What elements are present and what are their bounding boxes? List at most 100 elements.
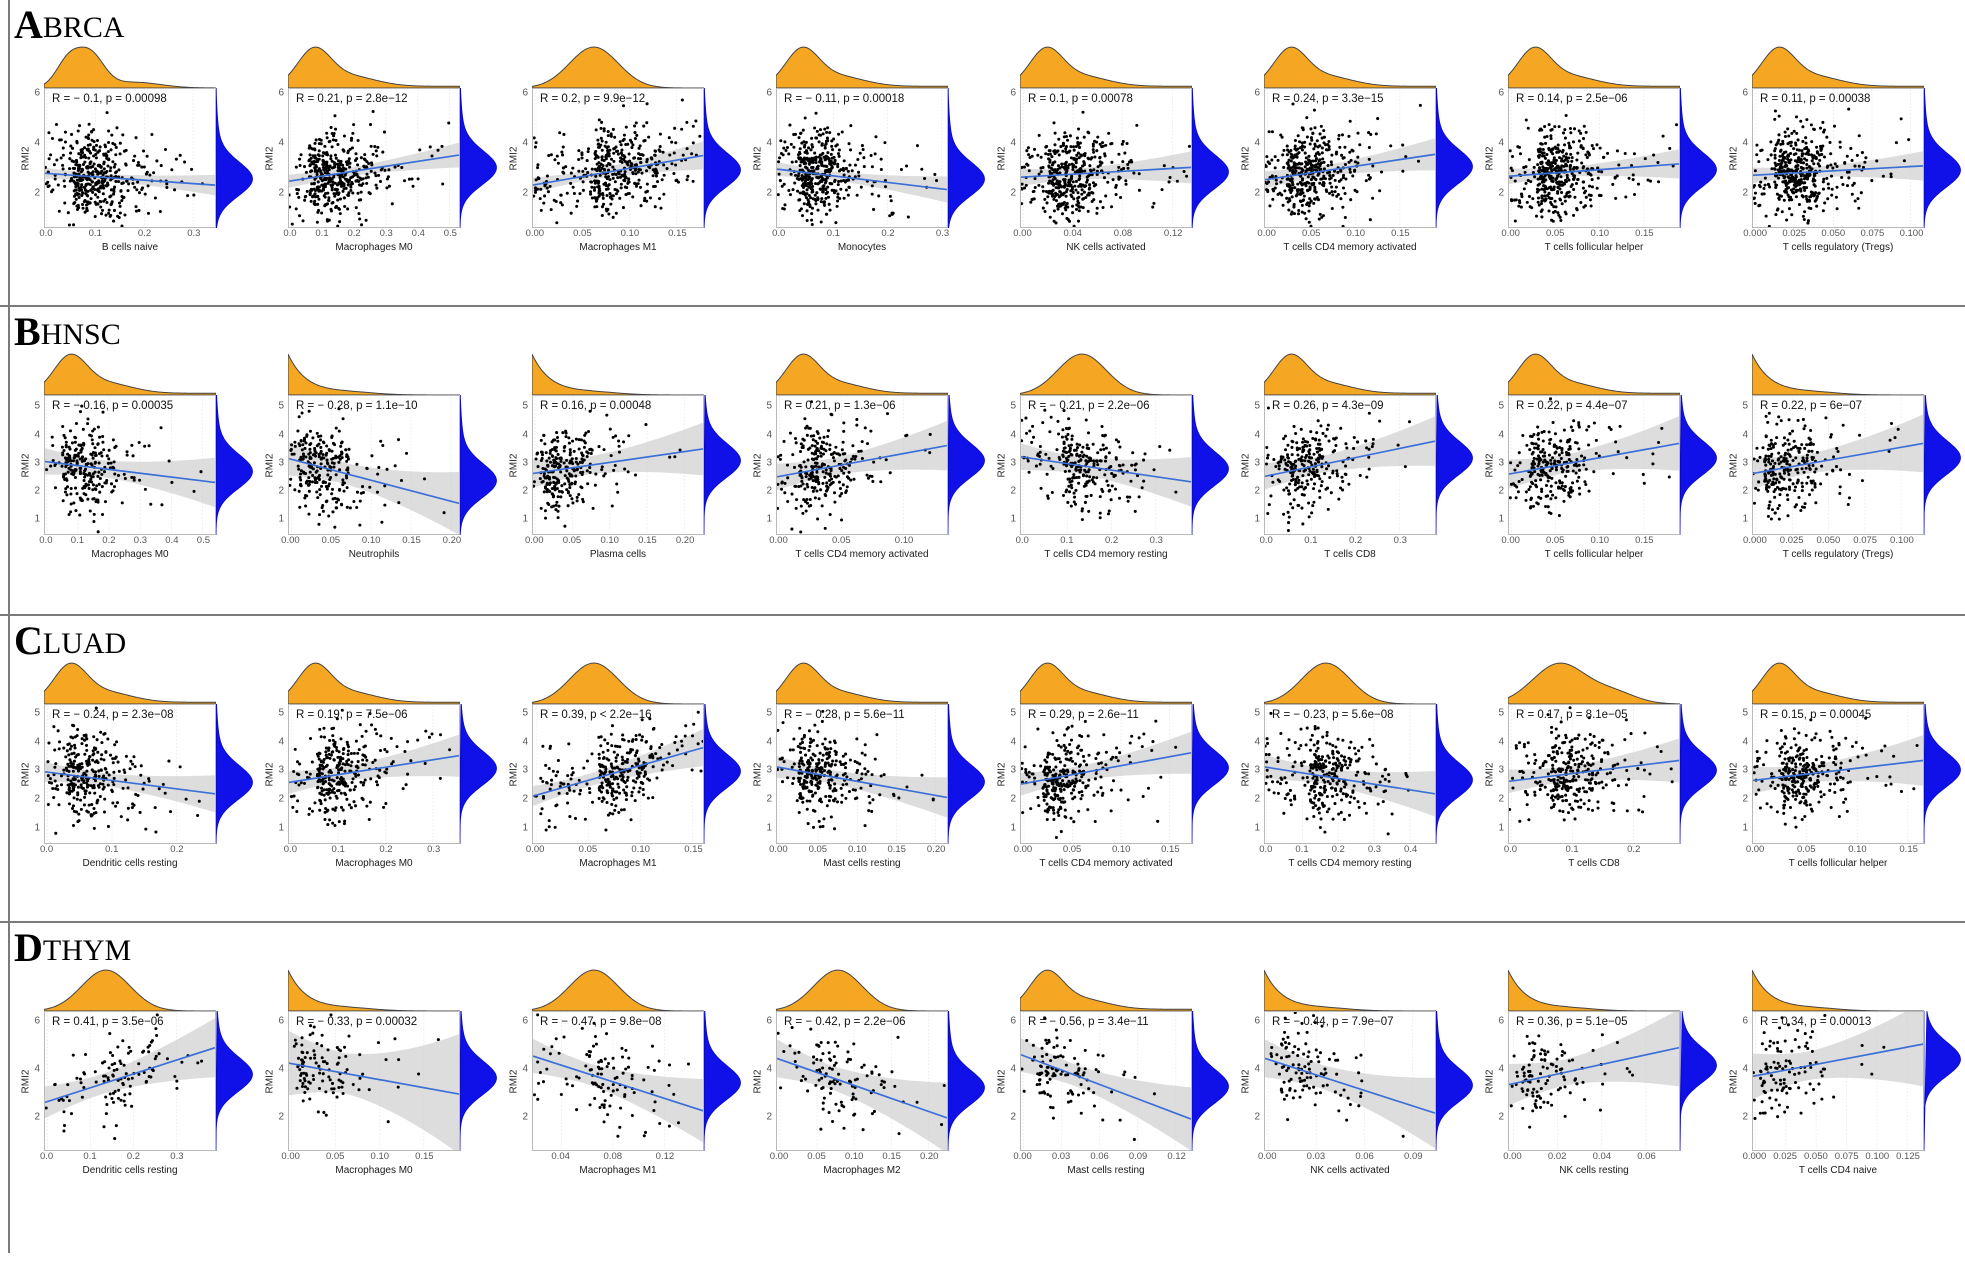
scatter-panel[interactable]: RMI2 1 2 3 4 5 R = 0.22, p = 6e−07 0.000 0.025 0.… — [1718, 351, 1962, 569]
x-axis-ticks: 0.00 0.05 0.10 0.15 — [1746, 844, 1924, 858]
x-tick-label: 0.15 — [1635, 535, 1654, 546]
scatter-plot-area[interactable] — [1020, 704, 1192, 844]
scatter-plot-area[interactable] — [776, 704, 948, 844]
scatter-plot-area[interactable] — [1508, 704, 1680, 844]
scatter-plot-area[interactable] — [1752, 88, 1924, 228]
scatter-panel[interactable]: RMI2 2 4 6 R = 0.41, p = 3.5e−06 0.0 0.1 0.2 0.3… — [10, 967, 254, 1185]
scatter-panel[interactable]: RMI2 2 4 6 R = 0.34, p = 0.00013 0.000 0.025 0.… — [1718, 967, 1962, 1185]
scatter-plot-area[interactable] — [532, 704, 704, 844]
y-tick-label: 2 — [766, 485, 772, 497]
y-tick-label: 2 — [1742, 793, 1748, 805]
scatter-panel[interactable]: RMI2 2 4 6 R = 0.2, p = 9.9e−12 0.00 0.05 0.10 0… — [498, 44, 742, 262]
x-tick-label: 0.03 — [1051, 1151, 1071, 1162]
x-tick-label: 0.0 — [1259, 844, 1273, 855]
top-marginal-density — [44, 660, 216, 704]
y-tick-label: 2 — [278, 187, 284, 199]
scatter-plot-area[interactable] — [532, 1011, 704, 1151]
scatter-plot-area[interactable] — [44, 1011, 216, 1151]
scatter-plot-area[interactable] — [1264, 395, 1436, 535]
top-marginal-density — [288, 660, 460, 704]
x-axis-ticks: 0.000 0.025 0.050 0.075 0.100 0.125 — [1743, 1151, 1924, 1165]
scatter-panel[interactable]: RMI2 1 2 3 4 5 R = 0.26, p = 4.3e−09 0.0 0.1 0.2 0… — [1230, 351, 1474, 569]
scatter-panel[interactable]: RMI2 1 2 3 4 5 R = 0.17, p = 8.1e−05 0.0 0.1 0.2 T… — [1474, 660, 1718, 878]
panel-letter: B — [14, 309, 41, 354]
x-tick-label: 0.20 — [919, 1151, 939, 1162]
scatter-plot-area[interactable] — [532, 395, 704, 535]
scatter-plot-area[interactable] — [1508, 395, 1680, 535]
right-marginal-density — [948, 1011, 986, 1151]
scatter-panel[interactable]: RMI2 2 4 6 R = − 0.44, p = 7.9e−07 0.00 0.03 0.… — [1230, 967, 1474, 1185]
scatter-panel[interactable]: RMI2 1 2 3 4 5 R = − 0.21, p = 2.2e−06 0.0 0.1 0.… — [986, 351, 1230, 569]
scatter-panel[interactable]: RMI2 2 4 6 R = − 0.47, p = 9.8e−08 0.04 0.08 0.… — [498, 967, 742, 1185]
scatter-panel[interactable]: RMI2 2 4 6 R = − 0.11, p = 0.00018 0.0 0.1 0.2 0… — [742, 44, 986, 262]
x-axis-label: T cells follicular helper — [1788, 858, 1888, 869]
scatter-panel[interactable]: RMI2 1 2 3 4 5 R = − 0.28, p = 1.1e−10 0.00 0.05… — [254, 351, 498, 569]
y-tick-label: 2 — [1498, 485, 1504, 497]
y-axis-ticks: 2 4 6 — [996, 88, 1018, 228]
y-axis-ticks: 2 4 6 — [1728, 88, 1750, 228]
x-tick-label: 0.4 — [1404, 844, 1418, 855]
scatter-plot-area[interactable] — [44, 395, 216, 535]
scatter-panel[interactable]: RMI2 1 2 3 4 5 R = 0.15, p = 0.00045 0.00 0.05 0.… — [1718, 660, 1962, 878]
scatter-plot-area[interactable] — [776, 395, 948, 535]
scatter-plot-area[interactable] — [44, 704, 216, 844]
scatter-plot-area[interactable] — [288, 704, 460, 844]
scatter-panel[interactable]: RMI2 1 2 3 4 5 R = 0.19, p = 7.5e−06 0.0 0.1 0.2 0… — [254, 660, 498, 878]
scatter-plot-area[interactable] — [1752, 1011, 1924, 1151]
x-tick-label: 0.2 — [379, 844, 393, 855]
scatter-panel[interactable]: RMI2 2 4 6 R = 0.24, p = 3.3e−15 0.00 0.05 0.10… — [1230, 44, 1474, 262]
scatter-panel[interactable]: RMI2 1 2 3 4 5 R = 0.22, p = 4.4e−07 0.00 0.05 0.… — [1474, 351, 1718, 569]
y-tick-label: 5 — [1498, 707, 1504, 719]
correlation-annotation: R = 0.41, p = 3.5e−06 — [52, 1016, 164, 1028]
scatter-panel[interactable]: RMI2 1 2 3 4 5 R = − 0.28, p = 5.6e−11 0.00 0.05… — [742, 660, 986, 878]
right-marginal-density — [1436, 704, 1474, 844]
scatter-plot-area[interactable] — [1264, 704, 1436, 844]
scatter-plot-area[interactable] — [1020, 1011, 1192, 1151]
top-marginal-density — [1264, 660, 1436, 704]
scatter-plot-area[interactable] — [1752, 395, 1924, 535]
scatter-panel[interactable]: RMI2 1 2 3 4 5 R = 0.29, p = 2.6e−11 0.00 0.05 0.… — [986, 660, 1230, 878]
scatter-panel[interactable]: RMI2 2 4 6 R = − 0.56, p = 3.4e−11 0.00 0.03 0.… — [986, 967, 1230, 1185]
panel-row-c: C LUAD RMI2 1 2 3 4 5 R = − 0.24, p = 2.3e−08 0.0… — [0, 616, 1965, 923]
scatter-panel[interactable]: RMI2 2 4 6 R = − 0.1, p = 0.00098 0.0 0.1 0.2 0.… — [10, 44, 254, 262]
scatter-panel[interactable]: RMI2 2 4 6 R = 0.21, p = 2.8e−12 0.0 0.1 0.2 0.3… — [254, 44, 498, 262]
y-tick-label: 4 — [522, 736, 528, 748]
scatter-plot-area[interactable] — [1264, 1011, 1436, 1151]
scatter-panel[interactable]: RMI2 2 4 6 R = 0.1, p = 0.00078 0.00 0.04 0.08 0… — [986, 44, 1230, 262]
scatter-panel[interactable]: RMI2 2 4 6 R = 0.36, p = 5.1e−05 0.00 0.02 0.04… — [1474, 967, 1718, 1185]
scatter-panel[interactable]: RMI2 2 4 6 R = − 0.42, p = 2.2e−06 0.00 0.05 0.… — [742, 967, 986, 1185]
x-tick-label: 0.2 — [1627, 844, 1641, 855]
scatter-plot-area[interactable] — [44, 88, 216, 228]
scatter-plot-area[interactable] — [776, 88, 948, 228]
panel-grid: RMI2 2 4 6 R = − 0.1, p = 0.00098 0.0 0.1 0.2 0.… — [0, 44, 1965, 262]
y-tick-label: 2 — [1010, 793, 1016, 805]
y-tick-label: 4 — [1254, 429, 1260, 441]
scatter-panel[interactable]: RMI2 1 2 3 4 5 R = 0.21, p = 1.3e−06 0.00 0.05 0.… — [742, 351, 986, 569]
scatter-plot-area[interactable] — [1508, 1011, 1680, 1151]
x-axis-label: Monocytes — [837, 242, 887, 253]
scatter-panel[interactable]: RMI2 2 4 6 R = 0.14, p = 2.5e−06 0.00 0.05 0.10… — [1474, 44, 1718, 262]
scatter-plot-area[interactable] — [1264, 88, 1436, 228]
scatter-plot-area[interactable] — [1020, 395, 1192, 535]
scatter-plot-area[interactable] — [1020, 88, 1192, 228]
y-axis-ticks: 2 4 6 — [1240, 88, 1262, 228]
x-axis-label: NK cells resting — [1559, 1165, 1629, 1176]
scatter-panel[interactable]: RMI2 1 2 3 4 5 R = − 0.23, p = 5.6e−08 0.0 0.1 0.… — [1230, 660, 1474, 878]
scatter-plot-area[interactable] — [288, 395, 460, 535]
scatter-plot-area[interactable] — [288, 1011, 460, 1151]
scatter-plot-area[interactable] — [288, 88, 460, 228]
y-tick-label: 4 — [1010, 429, 1016, 441]
scatter-panel[interactable]: RMI2 1 2 3 4 5 R = 0.16, p = 0.00048 0.00 0.05 0.… — [498, 351, 742, 569]
scatter-plot-area[interactable] — [776, 1011, 948, 1151]
scatter-plot-area[interactable] — [532, 88, 704, 228]
scatter-plot-area[interactable] — [1752, 704, 1924, 844]
right-marginal-density — [704, 1011, 742, 1151]
scatter-panel[interactable]: RMI2 1 2 3 4 5 R = − 0.24, p = 2.3e−08 0.0 0.1 0.… — [10, 660, 254, 878]
scatter-panel[interactable]: RMI2 1 2 3 4 5 R = − 0.16, p = 0.00035 0.0 0.1 0.… — [10, 351, 254, 569]
scatter-panel[interactable]: RMI2 2 4 6 R = 0.11, p = 0.00038 0.000 0.025 0.… — [1718, 44, 1962, 262]
scatter-panel[interactable]: RMI2 2 4 6 R = − 0.33, p = 0.00032 0.00 0.05 0.… — [254, 967, 498, 1185]
scatter-panel[interactable]: RMI2 1 2 3 4 5 R = 0.39, p < 2.2e−16 0.00 0.05 0.… — [498, 660, 742, 878]
correlation-annotation: R = 0.15, p = 0.00045 — [1760, 709, 1872, 721]
x-tick-label: 0.025 — [1779, 535, 1804, 546]
scatter-plot-area[interactable] — [1508, 88, 1680, 228]
